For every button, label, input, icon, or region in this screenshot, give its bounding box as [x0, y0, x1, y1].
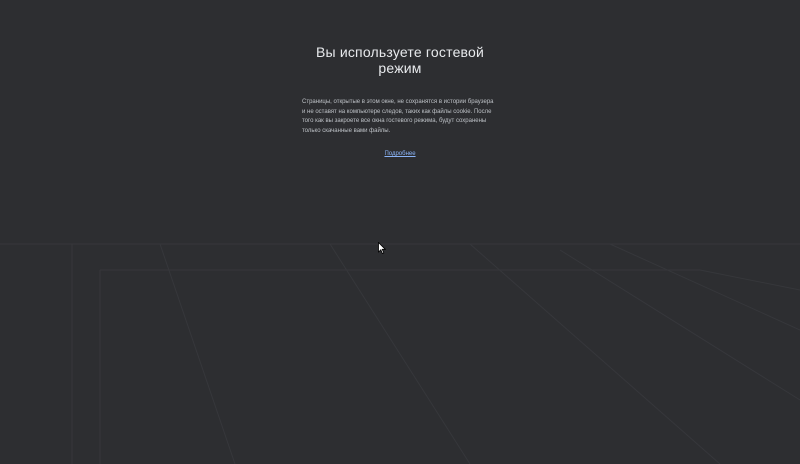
mouse-pointer-icon	[378, 242, 386, 254]
guest-mode-info: Вы используете гостевой режим Страницы, …	[302, 44, 498, 157]
guest-mode-description: Страницы, открытые в этом окне, не сохра…	[302, 99, 494, 134]
guest-mode-page: Вы используете гостевой режим Страницы, …	[0, 0, 800, 464]
page-title: Вы используете гостевой режим	[315, 44, 485, 76]
learn-more-link[interactable]: Подробнее	[302, 151, 498, 157]
